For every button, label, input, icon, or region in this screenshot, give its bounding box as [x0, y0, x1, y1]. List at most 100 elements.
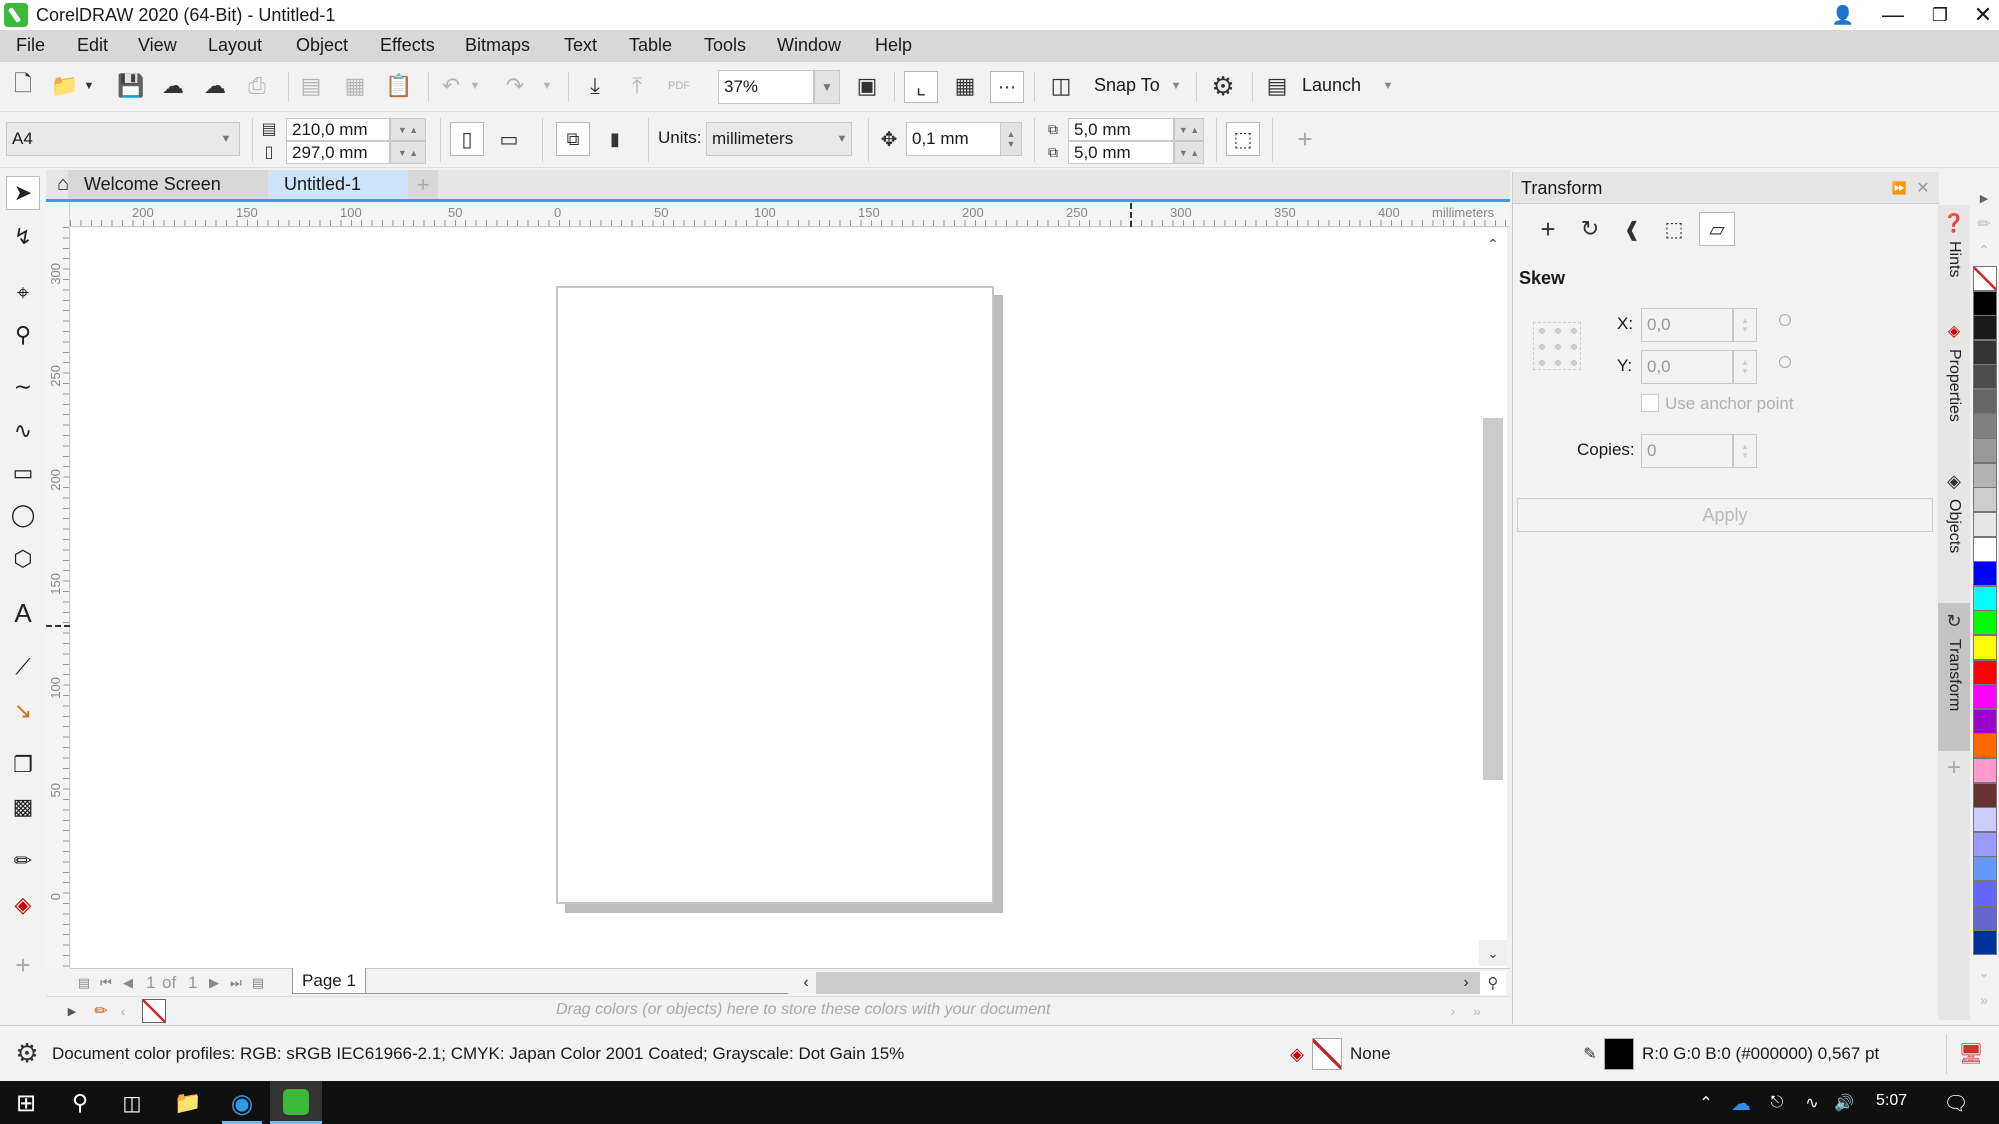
copies-spinner[interactable]: ▲ ▼: [1733, 434, 1757, 468]
last-page-icon[interactable]: ⏭: [226, 971, 246, 995]
snap-off-icon[interactable]: ◫: [1046, 71, 1076, 101]
all-pages-icon[interactable]: ⧉: [556, 122, 590, 156]
launch-dropdown-icon[interactable]: ▼: [1380, 71, 1396, 101]
no-color-swatch[interactable]: [142, 999, 166, 1023]
add-page-after-icon[interactable]: ▤: [248, 971, 268, 995]
zoom-level-input[interactable]: 37%: [718, 70, 814, 104]
menu-layout[interactable]: Layout: [208, 35, 262, 56]
file-explorer-icon[interactable]: 📁: [168, 1085, 208, 1121]
units-select[interactable]: millimeters: [706, 122, 852, 156]
skew-x-spinner[interactable]: ▲ ▼: [1733, 308, 1757, 342]
interactive-fill-tool-icon[interactable]: ◈: [6, 888, 40, 922]
color-swatch[interactable]: [1973, 659, 1997, 685]
tab-untitled-1[interactable]: Untitled-1: [268, 170, 408, 199]
size-mode-icon[interactable]: ⬚: [1659, 214, 1689, 244]
paste-icon[interactable]: 📋: [384, 71, 414, 101]
export-icon[interactable]: ⤒: [622, 71, 652, 101]
shape-tool-icon[interactable]: ↯: [6, 220, 40, 254]
color-swatch[interactable]: [1973, 807, 1997, 833]
options-gear-icon[interactable]: ⚙: [1208, 71, 1238, 101]
color-swatch[interactable]: [1973, 339, 1997, 365]
vertical-scrollbar[interactable]: ⌃ ⌄: [1479, 228, 1507, 968]
artistic-media-tool-icon[interactable]: ∿: [6, 414, 40, 448]
docker-tab-transform[interactable]: ↻ Transform: [1938, 603, 1970, 751]
menu-view[interactable]: View: [138, 35, 177, 56]
color-swatch[interactable]: [1973, 462, 1997, 488]
color-swatch[interactable]: [1973, 585, 1997, 611]
color-swatch[interactable]: [1973, 315, 1997, 341]
restore-button[interactable]: ❐: [1917, 0, 1963, 30]
skew-x-input[interactable]: 0,0: [1641, 308, 1733, 342]
polygon-tool-icon[interactable]: ⬡: [6, 542, 40, 576]
parallel-dimension-tool-icon[interactable]: ⟋: [6, 650, 40, 684]
color-swatch[interactable]: [1973, 684, 1997, 710]
undo-icon[interactable]: ↶: [436, 71, 466, 101]
launch-app-icon[interactable]: ▤: [1262, 71, 1292, 101]
color-swatch[interactable]: [1973, 290, 1997, 316]
scroll-up-icon[interactable]: ⌃: [1479, 232, 1507, 256]
show-rulers-icon[interactable]: ⌞: [904, 71, 938, 103]
menu-help[interactable]: Help: [875, 35, 912, 56]
color-swatch[interactable]: [1973, 905, 1997, 931]
menu-text[interactable]: Text: [564, 35, 597, 56]
undo-dropdown-icon[interactable]: ▼: [468, 71, 482, 101]
snap-to-button[interactable]: Snap To: [1094, 75, 1160, 96]
publish-pdf-icon[interactable]: PDF: [664, 71, 694, 101]
page-size-select[interactable]: A4: [6, 122, 240, 156]
portrait-icon[interactable]: ▯: [450, 122, 484, 156]
copies-input[interactable]: 0: [1641, 434, 1733, 468]
color-swatch[interactable]: [1973, 708, 1997, 734]
page-tab-page-1[interactable]: Page 1: [292, 968, 366, 994]
show-hidden-icons-icon[interactable]: ⌃: [1694, 1087, 1718, 1119]
scroll-down-icon[interactable]: ⌄: [1479, 940, 1507, 966]
page-height-spinner[interactable]: ▼ ▲: [390, 141, 426, 164]
duplicate-x-input[interactable]: 5,0 mm: [1068, 118, 1174, 141]
nudge-distance-input[interactable]: 0,1 mm: [906, 122, 1008, 156]
duplicate-y-spinner[interactable]: ▼ ▲: [1174, 141, 1204, 164]
color-swatch[interactable]: [1973, 610, 1997, 636]
onedrive-icon[interactable]: ☁: [1726, 1087, 1756, 1119]
color-settings-gear-icon[interactable]: ⚙: [12, 1038, 42, 1068]
palette-expand-icon[interactable]: »: [1972, 990, 1996, 1010]
menu-bitmaps[interactable]: Bitmaps: [465, 35, 530, 56]
connector-tool-icon[interactable]: ↘: [6, 694, 40, 728]
color-swatch[interactable]: [1973, 561, 1997, 587]
color-swatch[interactable]: [1973, 536, 1997, 562]
color-swatch[interactable]: [1973, 831, 1997, 857]
palette-menu-icon[interactable]: ▶: [1972, 188, 1996, 208]
color-swatch[interactable]: [1973, 438, 1997, 464]
zoom-navigator-icon[interactable]: ⚲: [1480, 971, 1506, 995]
menu-file[interactable]: File: [16, 35, 45, 56]
customize-toolbox-icon[interactable]: +: [6, 948, 40, 982]
color-swatch[interactable]: [1973, 512, 1997, 537]
launch-button[interactable]: Launch: [1302, 75, 1361, 96]
menu-effects[interactable]: Effects: [380, 35, 435, 56]
open-folder-icon[interactable]: 📁: [50, 71, 80, 101]
print-icon[interactable]: ⎙: [242, 71, 272, 101]
minimize-button[interactable]: —: [1870, 0, 1916, 30]
menu-table[interactable]: Table: [629, 35, 672, 56]
horizontal-ruler[interactable]: 200 150 100 50 0 50 100 150 200 250 300 …: [70, 203, 1510, 227]
crop-tool-icon[interactable]: ⌖: [6, 276, 40, 310]
volume-icon[interactable]: 🔊: [1830, 1087, 1858, 1119]
add-page-before-icon[interactable]: ▤: [74, 971, 94, 995]
scroll-right-icon[interactable]: ›: [1458, 971, 1474, 995]
scale-mirror-mode-icon[interactable]: ❰: [1617, 214, 1647, 244]
previous-page-icon[interactable]: ◀: [118, 971, 138, 995]
page-width-spinner[interactable]: ▼ ▲: [390, 118, 426, 141]
zoom-tool-icon[interactable]: ⚲: [6, 318, 40, 352]
redo-icon[interactable]: ↷: [500, 71, 530, 101]
new-tab-button[interactable]: +: [408, 170, 438, 199]
full-screen-preview-icon[interactable]: ▣: [852, 71, 882, 101]
drop-shadow-tool-icon[interactable]: ❐: [6, 748, 40, 782]
freehand-tool-icon[interactable]: ∼: [6, 370, 40, 404]
outline-swatch[interactable]: [1604, 1038, 1634, 1070]
skew-mode-icon[interactable]: ▱: [1699, 212, 1735, 246]
palette-scroll-down-icon[interactable]: ⌄: [1972, 962, 1996, 982]
color-swatch[interactable]: [1973, 635, 1997, 660]
rectangle-tool-icon[interactable]: ▭: [6, 456, 40, 490]
docker-tab-objects[interactable]: Objects: [1945, 499, 1963, 553]
document-page[interactable]: [556, 286, 994, 904]
skew-y-spinner[interactable]: ▲ ▼: [1733, 350, 1757, 384]
account-icon[interactable]: 👤: [1820, 0, 1866, 30]
